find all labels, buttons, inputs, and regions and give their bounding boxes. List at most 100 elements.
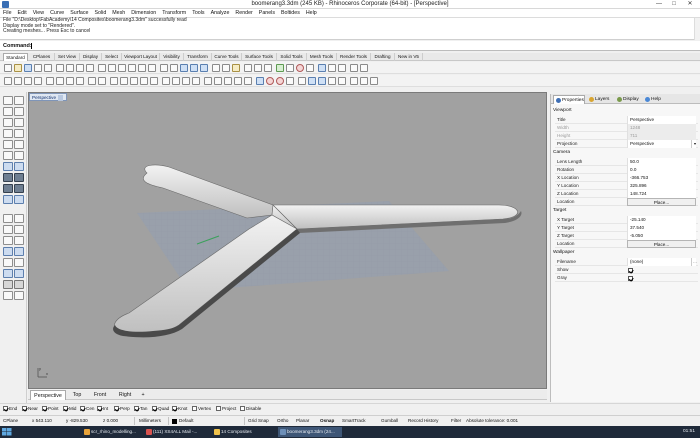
minimize-button[interactable]: — [652, 0, 666, 9]
osnap-vertex[interactable]: Vertex [192, 406, 211, 412]
freeform-tool-icon[interactable] [14, 151, 24, 160]
tab-select[interactable]: Select [102, 53, 122, 61]
osnap-perp[interactable]: Perp [114, 406, 130, 412]
viewport-title-tab[interactable]: Perspective [29, 93, 68, 101]
toggle-gumball[interactable]: Gumball [381, 416, 398, 426]
zoom-window-icon[interactable] [128, 64, 136, 72]
tab-display[interactable]: Display [80, 53, 102, 61]
osnap-disable[interactable]: Disable [240, 406, 261, 412]
chevron-down-icon[interactable]: ▾ [691, 140, 698, 148]
tab-mesh-tools[interactable]: Mesh Tools [307, 53, 337, 61]
status-units[interactable]: Millimeters [139, 416, 161, 426]
menu-analyze[interactable]: Analyze [208, 9, 233, 18]
curve-icon[interactable] [34, 77, 42, 85]
osnap-cen[interactable]: Cen [80, 406, 94, 412]
shell-icon[interactable] [370, 77, 378, 85]
osnap-point-checkbox[interactable] [42, 406, 47, 412]
tab-cplanes[interactable]: CPlanes [29, 53, 55, 61]
osnap-tan[interactable]: Tan [134, 406, 147, 412]
select-all-icon[interactable] [222, 64, 230, 72]
cplane-icon[interactable] [170, 64, 178, 72]
move-icon[interactable] [204, 77, 212, 85]
taskbar-item-composites[interactable]: 14 Composites [212, 427, 276, 437]
trim-tool-icon[interactable] [3, 225, 13, 234]
tab-new-in-v5[interactable]: New in V5 [395, 53, 423, 61]
curve-tool-icon[interactable] [14, 107, 24, 116]
material-icon[interactable] [318, 64, 326, 72]
tab-curve-tools[interactable]: Curve Tools [212, 53, 242, 61]
osnap-knot-checkbox[interactable] [172, 406, 177, 412]
tab-surface-tools[interactable]: Surface Tools [242, 53, 277, 61]
windows-start-icon[interactable] [2, 428, 12, 436]
taskbar-item-mail[interactable]: (111) XS4ALL Mail -... [144, 427, 210, 437]
prop-y-target[interactable]: Y Target 37.540 [555, 224, 698, 232]
maximize-button[interactable]: □ [667, 0, 681, 9]
osnap-mid[interactable]: Mid [63, 406, 76, 412]
surface-icon[interactable] [308, 77, 316, 85]
show-checkbox[interactable] [628, 267, 633, 273]
menu-panels[interactable]: Panels [256, 9, 278, 18]
zoom-icon[interactable] [118, 64, 126, 72]
osnap-disable-checkbox[interactable] [240, 406, 245, 412]
object-properties-icon[interactable] [286, 64, 294, 72]
osnap-project-checkbox[interactable] [216, 406, 221, 412]
print-icon[interactable] [34, 64, 42, 72]
open-file-icon[interactable] [14, 64, 22, 72]
toggle-smarttrack[interactable]: SmartTrack [342, 416, 366, 426]
extrude-icon[interactable] [338, 77, 346, 85]
loft-icon[interactable] [318, 77, 326, 85]
osnap-int[interactable]: Int [97, 406, 108, 412]
rotate-icon[interactable] [224, 77, 232, 85]
solid-sphere-icon[interactable] [14, 173, 24, 182]
repeat-icon[interactable] [298, 77, 306, 85]
browse-icon[interactable]: … [691, 258, 698, 266]
toggle-ortho[interactable]: Ortho [277, 416, 289, 426]
circle-icon[interactable] [46, 77, 54, 85]
osnap-perp-checkbox[interactable] [114, 406, 119, 412]
menu-boltides[interactable]: Boltides [278, 9, 303, 18]
undo-icon[interactable] [86, 64, 94, 72]
osnap-cen-checkbox[interactable] [80, 406, 85, 412]
toggle-planar[interactable]: Planar [296, 416, 309, 426]
circle-tool-icon[interactable] [3, 140, 13, 149]
tab-help[interactable]: Help [643, 95, 665, 104]
rotate-tool-icon[interactable] [14, 247, 24, 256]
prop-title[interactable]: Title Perspective [555, 116, 698, 124]
split-icon[interactable] [150, 77, 158, 85]
cap-icon[interactable] [360, 77, 368, 85]
mirror-icon[interactable] [244, 77, 252, 85]
rotate-view-icon[interactable] [108, 64, 116, 72]
offset-icon[interactable] [120, 77, 128, 85]
toggle-filter[interactable]: Filter [451, 416, 461, 426]
polygon-tool-icon[interactable] [14, 129, 24, 138]
light-icon[interactable] [232, 64, 240, 72]
scale-tool-icon[interactable] [3, 258, 13, 267]
paste-icon[interactable] [76, 64, 84, 72]
osnap-quad[interactable]: Quad [152, 406, 169, 412]
line-icon[interactable] [14, 77, 22, 85]
taskbar-item-rhino[interactable]: boomerang3.3dm (24... [278, 427, 342, 437]
group-icon[interactable] [182, 77, 190, 85]
target-place-button[interactable]: Place... [627, 240, 696, 248]
select-icon[interactable] [212, 64, 220, 72]
toggle-grid-snap[interactable]: Grid Snap [248, 416, 269, 426]
osnap-near-checkbox[interactable] [22, 406, 27, 412]
close-button[interactable]: ✕ [683, 0, 697, 9]
box-icon[interactable] [256, 77, 264, 85]
extend-icon[interactable] [130, 77, 138, 85]
select-arrow-icon[interactable] [3, 96, 13, 105]
osnap-tan-checkbox[interactable] [134, 406, 139, 412]
ellipse-tool-icon[interactable] [14, 140, 24, 149]
move-tool-icon[interactable] [3, 247, 13, 256]
tab-layers[interactable]: Layers [587, 95, 613, 104]
prop-lens-length[interactable]: Lens Length 50.0 [555, 158, 698, 166]
tab-standard[interactable]: Standard [3, 53, 28, 61]
extrude-surface-icon[interactable] [14, 162, 24, 171]
menu-tools[interactable]: Tools [189, 9, 207, 18]
prop-z-target[interactable]: Z Target -5.050 [555, 232, 698, 240]
dimension-tool-icon[interactable] [3, 280, 13, 289]
rectangle-tool-icon[interactable] [3, 129, 13, 138]
osnap-int-checkbox[interactable] [97, 406, 102, 412]
status-cplane[interactable]: CPlane [3, 416, 18, 426]
tab-solid-tools[interactable]: Solid Tools [277, 53, 307, 61]
